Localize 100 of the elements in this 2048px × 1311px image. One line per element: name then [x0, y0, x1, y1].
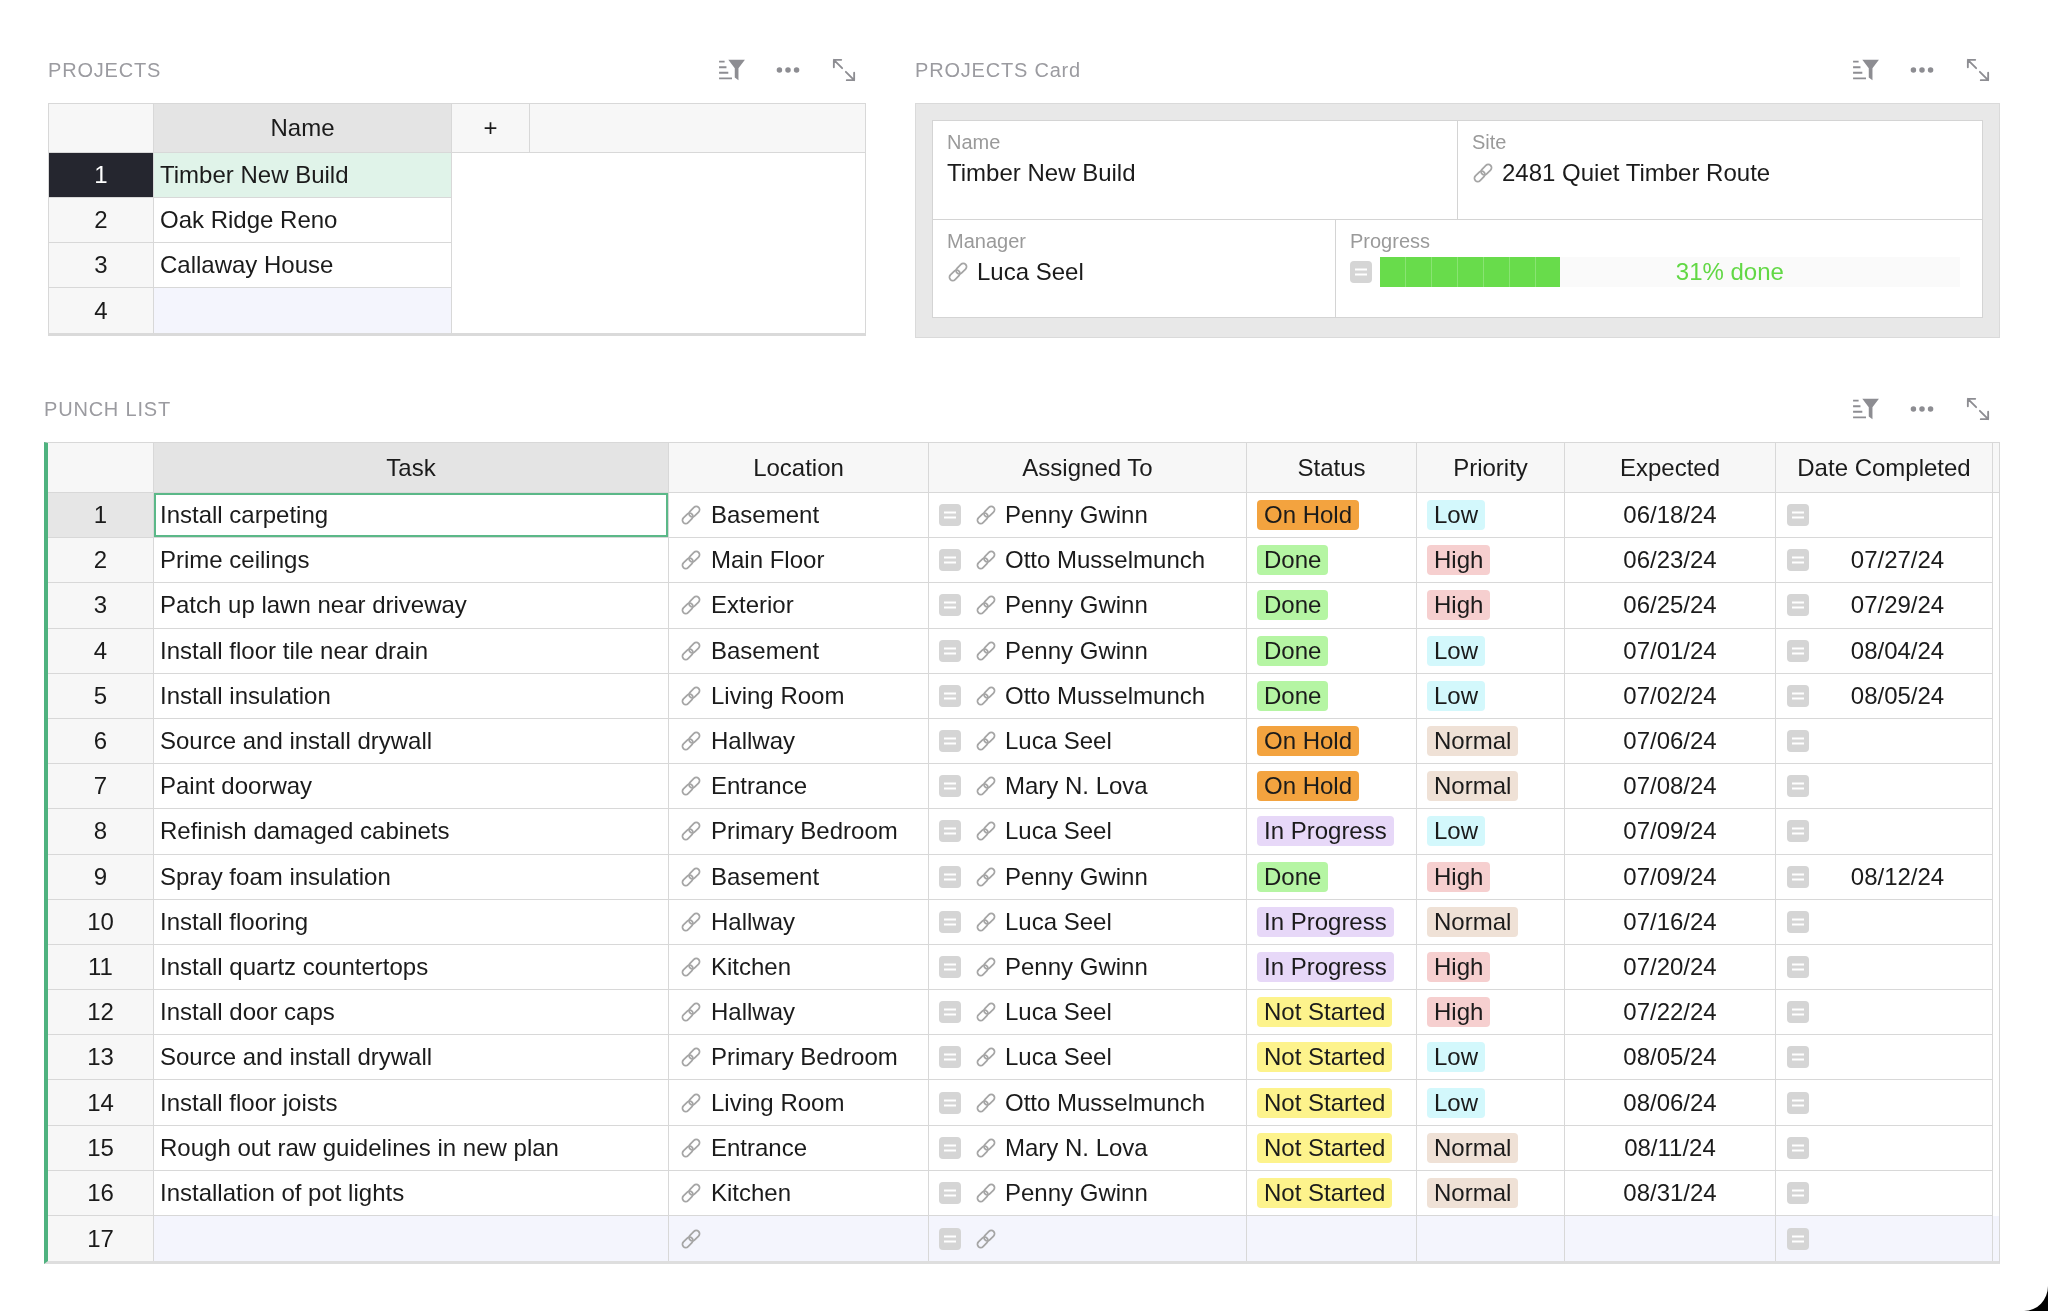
column-header[interactable]: Task [153, 443, 669, 492]
equals-icon[interactable] [1787, 639, 1809, 662]
expand-icon[interactable] [830, 58, 858, 82]
equals-icon[interactable] [1787, 1181, 1809, 1204]
equals-icon[interactable] [1787, 955, 1809, 978]
more-icon[interactable] [1910, 405, 1934, 413]
equals-icon[interactable] [939, 865, 961, 888]
assignee-name: Otto Musselmunch [1005, 681, 1206, 710]
equals-icon[interactable] [1787, 684, 1809, 707]
new-row[interactable]: 4 [49, 288, 452, 333]
equals-icon[interactable] [1787, 775, 1809, 798]
column-header[interactable]: Priority [1417, 443, 1565, 492]
row-number[interactable]: 4 [48, 628, 153, 674]
column-header[interactable]: Status [1247, 443, 1417, 492]
row-number[interactable]: 6 [48, 718, 153, 765]
sort-filter-icon[interactable] [718, 58, 746, 82]
row-number[interactable]: 1 [49, 153, 154, 198]
row-number[interactable]: 10 [48, 899, 153, 945]
status-badge: In Progress [1257, 951, 1394, 982]
equals-icon[interactable] [939, 594, 961, 617]
status-badge: Not Started [1257, 1087, 1393, 1118]
link-icon [975, 820, 997, 843]
equals-icon[interactable] [1787, 1091, 1809, 1114]
status-badge: Done [1257, 590, 1329, 621]
more-icon[interactable] [1910, 66, 1934, 74]
equals-icon[interactable] [1787, 1136, 1809, 1159]
row-number[interactable]: 3 [48, 583, 153, 629]
equals-icon[interactable] [939, 1227, 961, 1250]
assignee-name: Penny Gwinn [1005, 1178, 1148, 1207]
location-text: Basement [711, 636, 820, 665]
equals-icon[interactable] [939, 910, 961, 933]
row-number[interactable]: 15 [48, 1125, 153, 1171]
equals-icon[interactable] [939, 684, 961, 707]
equals-icon[interactable] [1350, 261, 1372, 283]
new-row[interactable]: 17 [48, 1216, 1999, 1262]
row-number[interactable]: 16 [48, 1170, 153, 1216]
link-icon [680, 549, 702, 572]
equals-icon[interactable] [1787, 504, 1809, 527]
location-text: Hallway [711, 998, 796, 1027]
priority-badge: High [1427, 951, 1491, 982]
column-header[interactable]: Location [669, 443, 929, 492]
assignee-name: Penny Gwinn [1005, 636, 1148, 665]
assignee-name: Luca Seel [1005, 817, 1112, 846]
equals-icon[interactable] [1787, 820, 1809, 843]
table-cell: 07/22/24 [1565, 990, 1776, 1036]
expand-icon[interactable] [1964, 58, 1992, 82]
link-icon [975, 684, 997, 707]
equals-icon[interactable] [939, 1001, 961, 1024]
table-cell: Install floor tile near drain [153, 628, 669, 674]
column-header[interactable]: Date Completed [1776, 443, 1993, 492]
equals-icon[interactable] [939, 1181, 961, 1204]
table-cell: Install insulation [153, 673, 669, 719]
link-icon [975, 865, 997, 888]
row-number[interactable]: 1 [48, 493, 153, 539]
column-header[interactable]: Expected [1565, 443, 1776, 492]
equals-icon[interactable] [939, 549, 961, 572]
location-text: Main Floor [711, 546, 825, 575]
equals-icon[interactable] [1787, 865, 1809, 888]
row-number[interactable]: 8 [48, 809, 153, 855]
equals-icon[interactable] [939, 820, 961, 843]
status-badge: Not Started [1257, 1177, 1393, 1208]
link-icon [975, 1227, 997, 1250]
row-number[interactable]: 12 [48, 990, 153, 1036]
row-number[interactable]: 7 [48, 764, 153, 810]
equals-icon[interactable] [1787, 594, 1809, 617]
equals-icon[interactable] [1787, 730, 1809, 753]
equals-icon[interactable] [1787, 1046, 1809, 1069]
equals-icon[interactable] [939, 1091, 961, 1114]
column-header[interactable]: Name [153, 104, 452, 152]
sort-filter-icon[interactable] [1852, 397, 1880, 421]
column-header[interactable]: Assigned To [929, 443, 1247, 492]
equals-icon[interactable] [939, 639, 961, 662]
equals-icon[interactable] [1787, 1001, 1809, 1024]
equals-icon[interactable] [939, 775, 961, 798]
equals-icon[interactable] [939, 1136, 961, 1159]
location-text: Basement [711, 862, 820, 891]
row-number[interactable]: 2 [48, 538, 153, 584]
row-number[interactable]: 3 [49, 243, 154, 288]
expand-icon[interactable] [1964, 397, 1992, 421]
sort-filter-icon[interactable] [1852, 58, 1880, 82]
status-badge: Not Started [1257, 1042, 1393, 1073]
table-cell: 07/16/24 [1565, 899, 1776, 945]
date-text: 07/29/24 [1850, 591, 1945, 620]
equals-icon[interactable] [939, 504, 961, 527]
equals-icon[interactable] [1787, 910, 1809, 933]
more-icon[interactable] [776, 66, 800, 74]
equals-icon[interactable] [939, 1046, 961, 1069]
row-number[interactable]: 11 [48, 944, 153, 991]
row-number[interactable]: 9 [48, 854, 153, 900]
row-number[interactable]: 13 [48, 1035, 153, 1081]
row-number[interactable]: 14 [48, 1080, 153, 1126]
equals-icon[interactable] [1787, 549, 1809, 572]
equals-icon[interactable] [939, 955, 961, 978]
priority-badge: Low [1427, 635, 1486, 666]
table-cell: Refinish damaged cabinets [153, 809, 669, 855]
row-number[interactable]: 2 [49, 198, 154, 243]
equals-icon[interactable] [939, 730, 961, 753]
row-number[interactable]: 5 [48, 673, 153, 719]
assignee-name: Penny Gwinn [1005, 862, 1148, 891]
equals-icon[interactable] [1787, 1227, 1809, 1250]
